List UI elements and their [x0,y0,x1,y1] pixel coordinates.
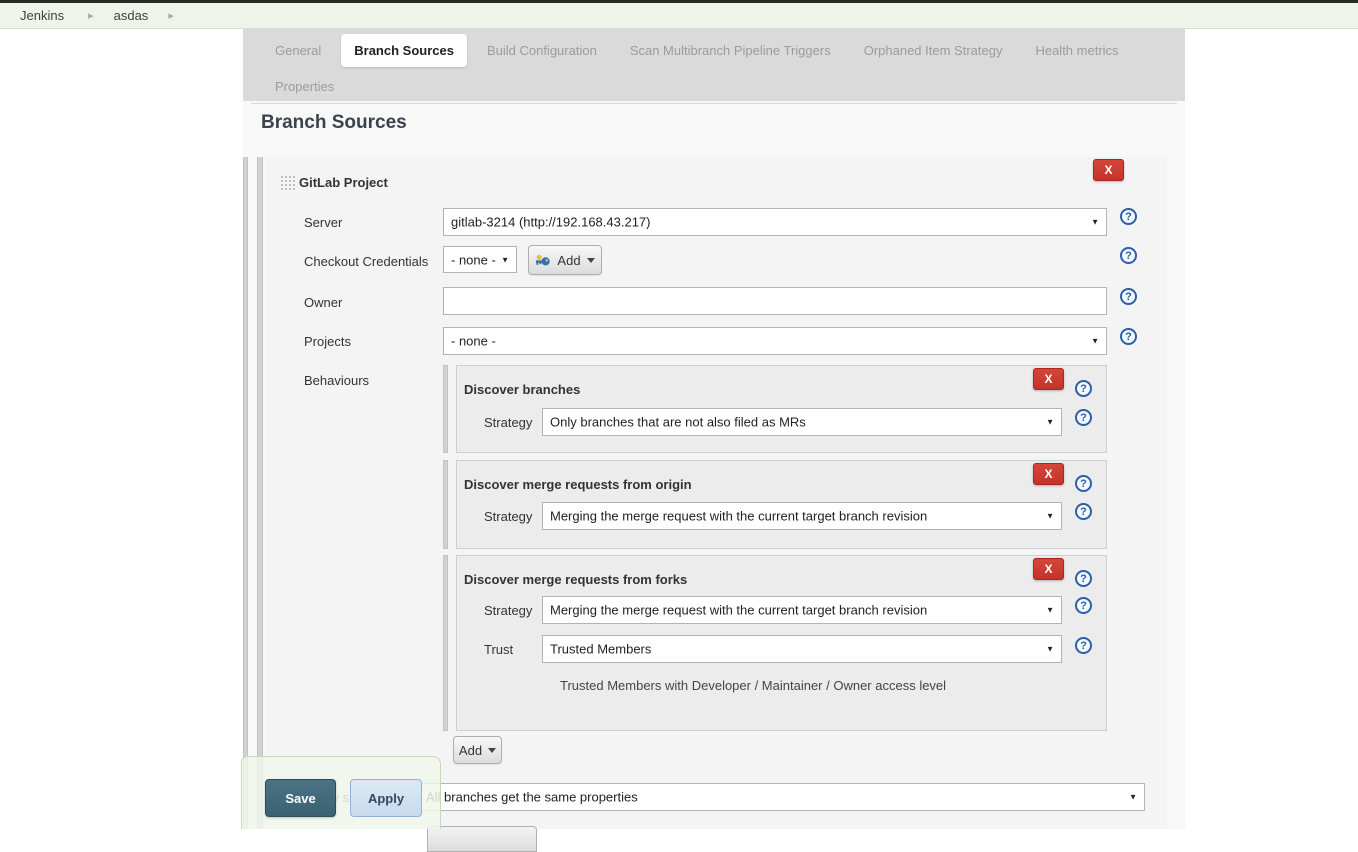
help-icon[interactable]: ? [1075,380,1092,397]
tab-health-metrics[interactable]: Health metrics [1022,34,1131,67]
select-caret-icon: ▼ [501,255,509,264]
help-icon[interactable]: ? [1120,208,1137,225]
select-caret-icon: ▼ [1046,645,1054,654]
help-icon[interactable]: ? [1075,409,1092,426]
add-property-button-clipped[interactable] [427,826,537,852]
help-icon[interactable]: ? [1075,597,1092,614]
tab-scan-multibranch-pipeline-triggers[interactable]: Scan Multibranch Pipeline Triggers [617,34,844,67]
tab-properties[interactable]: Properties [262,70,347,103]
checkout-credentials-select[interactable]: - none - ▼ [443,246,517,273]
add-credentials-label: Add [557,253,580,268]
strategy-label: Strategy [484,509,532,524]
select-caret-icon: ▼ [1091,337,1099,346]
gitlab-project-chunk-strip [257,157,263,829]
branch-source-chunk-strip [243,157,248,829]
delete-branch-source-button[interactable]: X [1093,159,1124,181]
trust-select[interactable]: Trusted Members ▼ [542,635,1062,663]
help-icon[interactable]: ? [1075,570,1092,587]
add-behaviour-label: Add [459,743,482,758]
behaviour-discover-mr-origin: X Discover merge requests from origin ? … [456,460,1107,549]
breadcrumb-asdas[interactable]: asdas [114,8,149,23]
trust-description: Trusted Members with Developer / Maintai… [560,678,946,693]
caret-down-icon [488,748,496,753]
behaviour-discover-branches: X Discover branches ? Strategy Only bran… [456,365,1107,453]
delete-behaviour-button[interactable]: X [1033,368,1064,390]
behaviour-title: Discover merge requests from origin [464,477,692,492]
behaviour-discover-mr-forks: X Discover merge requests from forks ? S… [456,555,1107,731]
projects-select[interactable]: - none - ▼ [443,327,1107,355]
select-caret-icon: ▼ [1091,218,1099,227]
behaviours-label: Behaviours [304,373,369,388]
save-button[interactable]: Save [265,779,336,817]
tab-build-configuration[interactable]: Build Configuration [474,34,610,67]
delete-behaviour-button[interactable]: X [1033,558,1064,580]
strategy-label: Strategy [484,603,532,618]
behaviour-title: Discover merge requests from forks [464,572,687,587]
tab-orphaned-item-strategy[interactable]: Orphaned Item Strategy [851,34,1016,67]
owner-label: Owner [304,295,342,310]
owner-input[interactable] [443,287,1107,315]
caret-down-icon [587,258,595,263]
behaviour-strip [443,365,448,453]
behaviour-strip [443,555,448,731]
page-title: Branch Sources [261,112,407,134]
property-strategy-select[interactable]: All branches get the same properties ▼ [418,783,1145,811]
select-caret-icon: ▼ [1129,793,1137,802]
server-select[interactable]: gitlab-3214 (http://192.168.43.217) ▼ [443,208,1107,236]
add-credentials-button[interactable]: Add [528,245,602,275]
bottom-sticky-button-bar: Save Apply [241,756,441,829]
delete-behaviour-button[interactable]: X [1033,463,1064,485]
drag-handle-icon[interactable] [280,175,295,192]
help-icon[interactable]: ? [1120,288,1137,305]
behaviour-title: Discover branches [464,382,580,397]
config-tab-bar: General Branch Sources Build Configurati… [243,28,1185,101]
breadcrumb-arrow-icon: ▸ [88,9,94,22]
tab-branch-sources[interactable]: Branch Sources [341,34,467,67]
select-caret-icon: ▼ [1046,418,1054,427]
strategy-label: Strategy [484,415,532,430]
behaviour-strip [443,460,448,549]
breadcrumb-bar: Jenkins ▸ asdas ▸ [0,0,1358,29]
branch-source-type-title: GitLab Project [299,175,388,190]
server-label: Server [304,215,342,230]
tab-general[interactable]: General [262,34,334,67]
add-behaviour-button[interactable]: Add [453,736,502,764]
gitlab-project-panel: X GitLab Project Server gitlab-3214 (htt… [266,157,1167,829]
help-icon[interactable]: ? [1120,328,1137,345]
select-caret-icon: ▼ [1046,512,1054,521]
strategy-select[interactable]: Merging the merge request with the curre… [542,502,1062,530]
key-icon [535,254,551,267]
help-icon[interactable]: ? [1075,637,1092,654]
checkout-credentials-label: Checkout Credentials [304,254,428,269]
breadcrumb-arrow-icon: ▸ [168,9,174,22]
help-icon[interactable]: ? [1120,247,1137,264]
select-caret-icon: ▼ [1046,606,1054,615]
apply-button[interactable]: Apply [350,779,422,817]
help-icon[interactable]: ? [1075,475,1092,492]
strategy-select[interactable]: Only branches that are not also filed as… [542,408,1062,436]
help-icon[interactable]: ? [1075,503,1092,520]
strategy-select[interactable]: Merging the merge request with the curre… [542,596,1062,624]
trust-label: Trust [484,642,513,657]
divider [251,103,1177,104]
breadcrumb-jenkins[interactable]: Jenkins [20,8,64,23]
projects-label: Projects [304,334,351,349]
